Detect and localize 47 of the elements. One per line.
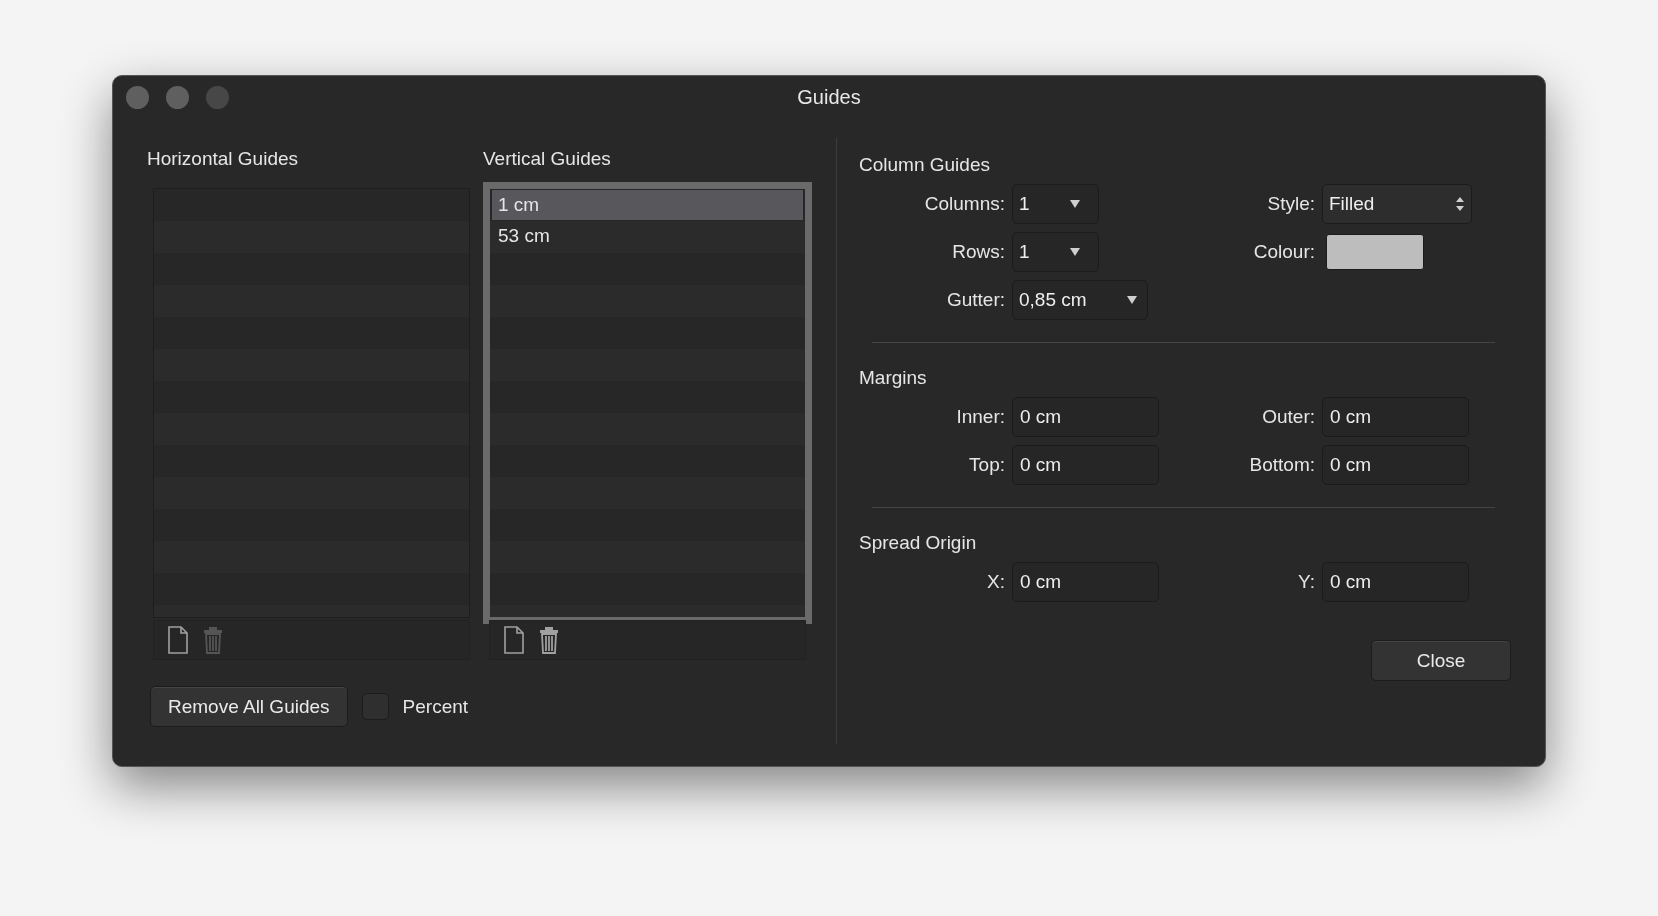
field-label: Y: bbox=[1297, 571, 1315, 593]
colour-swatch[interactable] bbox=[1326, 234, 1424, 270]
remove-all-guides-button[interactable]: Remove All Guides bbox=[150, 686, 348, 727]
caret-icon bbox=[1069, 248, 1080, 256]
guide-list-item[interactable]: 53 cm bbox=[492, 221, 803, 251]
trash-icon bbox=[202, 625, 224, 655]
close-window-button[interactable] bbox=[126, 85, 149, 109]
field-label: Inner: bbox=[955, 406, 1005, 428]
field-label: Rows: bbox=[951, 241, 1005, 263]
section-heading: Margins bbox=[859, 367, 927, 388]
field-label: Colour: bbox=[1252, 241, 1315, 263]
document-icon bbox=[166, 625, 190, 655]
input-field[interactable]: 0 cm bbox=[1322, 562, 1469, 602]
minimize-window-button[interactable] bbox=[166, 85, 189, 109]
field-label: X: bbox=[986, 571, 1005, 593]
trash-icon bbox=[538, 625, 560, 655]
field-label: Columns: bbox=[923, 193, 1005, 215]
add-guide-button[interactable] bbox=[166, 625, 190, 655]
input-field[interactable]: 0 cm bbox=[1012, 445, 1159, 485]
dropdown[interactable]: 1 bbox=[1012, 232, 1099, 272]
input-field[interactable]: 0 cm bbox=[1012, 562, 1159, 602]
section-heading: Column Guides bbox=[859, 154, 990, 175]
input-field[interactable]: 0 cm bbox=[1012, 397, 1159, 437]
field-label: Top: bbox=[968, 454, 1005, 476]
input-field[interactable]: 0 cm bbox=[1322, 445, 1469, 485]
list-heading: Horizontal Guides bbox=[147, 148, 299, 169]
add-guide-button[interactable] bbox=[502, 625, 526, 655]
dropdown[interactable]: 0,85 cm bbox=[1012, 280, 1148, 320]
caret-icon bbox=[1126, 296, 1137, 304]
stepper-arrows-icon bbox=[1455, 196, 1465, 212]
field-label: Style: bbox=[1266, 193, 1315, 215]
field-label: Bottom: bbox=[1248, 454, 1315, 476]
caret-icon bbox=[1069, 200, 1080, 208]
document-icon bbox=[502, 625, 526, 655]
popup-menu[interactable]: Filled bbox=[1322, 184, 1472, 224]
close-button[interactable]: Close bbox=[1371, 640, 1511, 681]
section-heading: Spread Origin bbox=[859, 532, 977, 553]
field-label: Outer: bbox=[1261, 406, 1315, 428]
zoom-window-button[interactable] bbox=[206, 85, 229, 109]
window-title: Guides bbox=[797, 85, 861, 108]
dropdown[interactable]: 1 bbox=[1012, 184, 1099, 224]
delete-guide-button[interactable] bbox=[538, 625, 560, 655]
input-field[interactable]: 0 cm bbox=[1322, 397, 1469, 437]
guide-list-item[interactable]: 1 cm bbox=[492, 190, 803, 220]
field-label: Gutter: bbox=[945, 289, 1005, 311]
list-heading: Vertical Guides bbox=[483, 148, 611, 169]
checkbox-label: Percent bbox=[402, 695, 469, 718]
